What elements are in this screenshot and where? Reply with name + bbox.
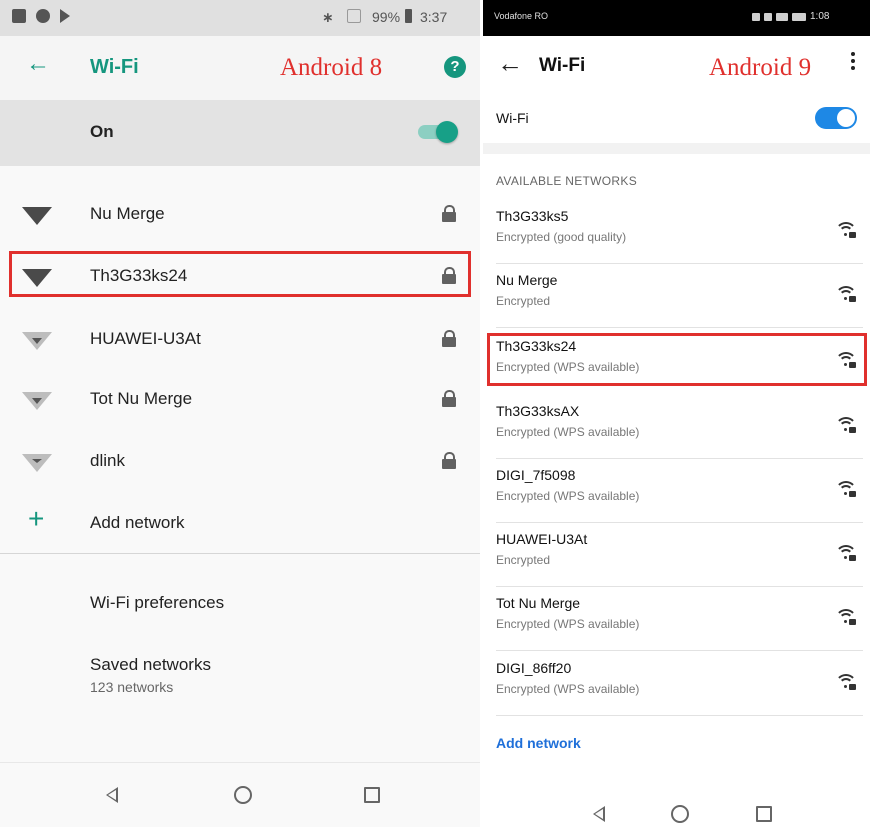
- network-name: DIGI_7f5098: [496, 467, 576, 483]
- network-row[interactable]: DIGI_86ff20 Encrypted (WPS available): [483, 652, 870, 716]
- toggle-thumb: [436, 121, 458, 143]
- nav-home-icon[interactable]: [671, 805, 689, 823]
- status-bar: Vodafone RO 1:08: [483, 0, 870, 36]
- nav-back-icon[interactable]: [106, 787, 118, 803]
- network-row[interactable]: HUAWEI-U3At: [0, 310, 480, 372]
- network-row[interactable]: Nu Merge: [0, 185, 480, 247]
- android-8-label: Android 8: [280, 54, 383, 81]
- network-row[interactable]: dlink: [0, 432, 480, 494]
- android-8-screen: ∗ 99% 3:37 ← Wi-Fi Android 8 ? On Nu Mer…: [0, 0, 480, 827]
- highlight-box: [487, 333, 867, 386]
- network-status: Encrypted: [496, 553, 551, 567]
- plus-icon[interactable]: +: [28, 505, 44, 533]
- lock-icon: [442, 205, 456, 222]
- network-name: Tot Nu Merge: [90, 389, 193, 408]
- divider: [496, 715, 863, 716]
- network-status: Encrypted (WPS available): [496, 425, 640, 439]
- wifi-switch-label: On: [90, 122, 114, 141]
- navigation-bar: [0, 762, 480, 827]
- bluetooth-icon: [764, 13, 772, 21]
- page-title: Wi-Fi: [90, 56, 139, 78]
- section-header: AVAILABLE NETWORKS: [496, 174, 637, 188]
- bluetooth-icon: ∗: [322, 9, 334, 25]
- divider: [496, 327, 863, 328]
- battery-icon: [405, 9, 412, 23]
- carrier-text: Vodafone RO: [494, 11, 549, 21]
- network-name: HUAWEI-U3At: [496, 531, 588, 547]
- wifi-lock-icon: [835, 222, 857, 240]
- network-status: Encrypted (good quality): [496, 230, 627, 244]
- android-9-label: Android 9: [709, 54, 812, 81]
- network-status: Encrypted (WPS available): [496, 682, 640, 696]
- network-name: dlink: [90, 451, 125, 470]
- nav-recents-icon[interactable]: [364, 787, 380, 803]
- lock-icon: [442, 452, 456, 469]
- wifi-strong-icon: [22, 207, 52, 225]
- data-icon: [752, 13, 760, 21]
- network-status: Encrypted (WPS available): [496, 489, 640, 503]
- help-icon[interactable]: ?: [444, 56, 466, 78]
- more-options-icon[interactable]: [851, 52, 855, 74]
- network-name: Th3G33ks5: [496, 208, 569, 224]
- network-row[interactable]: Tot Nu Merge: [0, 370, 480, 432]
- add-network-button[interactable]: Add network: [496, 735, 581, 751]
- no-signal-icon: [347, 9, 361, 23]
- wifi-lock-icon: [835, 545, 857, 563]
- vibrate-icon: [776, 13, 788, 21]
- wifi-lock-icon: [835, 286, 857, 304]
- network-row[interactable]: Nu Merge Encrypted: [483, 264, 870, 328]
- wifi-weak-icon: [22, 332, 52, 350]
- page-title: Wi-Fi: [539, 55, 586, 76]
- network-name: HUAWEI-U3At: [90, 329, 201, 348]
- saved-networks-item[interactable]: Saved networks: [90, 655, 211, 675]
- network-status: Encrypted: [496, 294, 551, 308]
- network-row[interactable]: DIGI_7f5098 Encrypted (WPS available): [483, 459, 870, 523]
- wifi-lock-icon: [835, 481, 857, 499]
- notification-icon: [12, 9, 26, 23]
- cast-icon: [60, 9, 70, 23]
- divider: [0, 553, 480, 554]
- lock-icon: [442, 390, 456, 407]
- android-9-screen: Vodafone RO 1:08 ← Wi-Fi Android 9 Wi-Fi…: [483, 0, 870, 827]
- wifi-switch-label: Wi-Fi: [496, 110, 529, 126]
- wifi-weak-icon: [22, 392, 52, 410]
- wifi-lock-icon: [835, 609, 857, 627]
- network-row[interactable]: Th3G33ksAX Encrypted (WPS available): [483, 395, 870, 459]
- add-network-button[interactable]: Add network: [90, 513, 185, 533]
- network-row[interactable]: Tot Nu Merge Encrypted (WPS available): [483, 587, 870, 651]
- nav-back-icon[interactable]: [593, 806, 605, 822]
- network-status: Encrypted (WPS available): [496, 617, 640, 631]
- battery-icon: [792, 13, 806, 21]
- nav-home-icon[interactable]: [234, 786, 252, 804]
- wifi-switch-row[interactable]: [0, 100, 480, 166]
- network-name: Th3G33ksAX: [496, 403, 580, 419]
- status-bar: ∗ 99% 3:37: [0, 0, 480, 36]
- nav-recents-icon[interactable]: [756, 806, 772, 822]
- divider: [496, 650, 863, 651]
- highlight-box: [9, 251, 471, 297]
- lock-icon: [442, 330, 456, 347]
- network-name: Nu Merge: [90, 204, 165, 223]
- network-name: DIGI_86ff20: [496, 660, 572, 676]
- network-row[interactable]: Th3G33ks5 Encrypted (good quality): [483, 200, 870, 264]
- chrome-icon: [36, 9, 50, 23]
- back-arrow-icon[interactable]: ←: [26, 52, 50, 76]
- network-row[interactable]: HUAWEI-U3At Encrypted: [483, 523, 870, 587]
- wifi-toggle[interactable]: [815, 107, 857, 129]
- battery-text: 99%: [372, 9, 401, 25]
- saved-networks-count: 123 networks: [90, 679, 174, 695]
- clock: 3:37: [420, 9, 448, 25]
- toggle-thumb: [837, 109, 855, 127]
- network-name: Nu Merge: [496, 272, 558, 288]
- network-name: Tot Nu Merge: [496, 595, 581, 611]
- wifi-weak-icon: [22, 454, 52, 472]
- back-arrow-icon[interactable]: ←: [497, 50, 523, 76]
- wifi-lock-icon: [835, 674, 857, 692]
- clock: 1:08: [810, 11, 830, 22]
- wifi-preferences-item[interactable]: Wi-Fi preferences: [90, 593, 224, 613]
- wifi-toggle[interactable]: [418, 121, 458, 143]
- wifi-lock-icon: [835, 417, 857, 435]
- app-bar: [0, 36, 480, 100]
- section-separator: [483, 143, 870, 154]
